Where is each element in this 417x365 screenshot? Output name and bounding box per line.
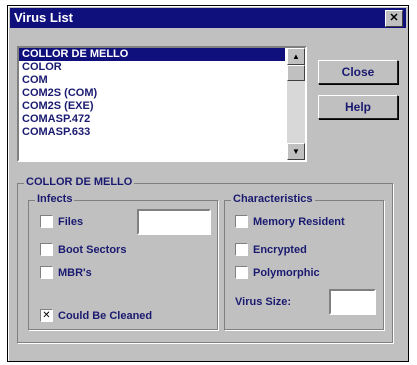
- virus-size-label: Virus Size:: [235, 296, 292, 308]
- virus-listbox[interactable]: COLLOR DE MELLO COLOR COM COM2S (COM) CO…: [17, 46, 307, 162]
- mbrs-checkbox[interactable]: [40, 266, 53, 280]
- files-checkbox-row[interactable]: Files: [40, 213, 84, 229]
- scroll-down-arrow-icon[interactable]: ▼: [287, 143, 305, 160]
- virus-details-label: COLLOR DE MELLO: [24, 176, 135, 188]
- could-be-cleaned-checkbox-row[interactable]: ✕ Could Be Cleaned: [40, 307, 153, 323]
- files-checkbox[interactable]: [40, 215, 53, 229]
- window-title: Virus List: [14, 10, 74, 25]
- boot-sectors-label: Boot Sectors: [58, 243, 127, 256]
- virus-size-field[interactable]: [329, 289, 376, 315]
- list-item[interactable]: COMASP.472: [19, 113, 285, 126]
- virus-list-items: COLLOR DE MELLO COLOR COM COM2S (COM) CO…: [19, 48, 285, 139]
- files-count-field[interactable]: [137, 209, 211, 235]
- list-item[interactable]: COLLOR DE MELLO: [19, 48, 285, 61]
- encrypted-checkbox[interactable]: [235, 243, 248, 257]
- could-be-cleaned-checkbox[interactable]: ✕: [40, 309, 53, 323]
- vertical-scrollbar[interactable]: ▲ ▼: [287, 48, 305, 160]
- polymorphic-checkbox-row[interactable]: Polymorphic: [235, 264, 320, 280]
- scroll-thumb[interactable]: [287, 65, 305, 81]
- mbrs-label: MBR's: [58, 266, 92, 279]
- help-button[interactable]: Help: [318, 95, 398, 119]
- close-icon[interactable]: ✕: [385, 10, 403, 27]
- memory-resident-checkbox[interactable]: [235, 215, 248, 229]
- mbrs-checkbox-row[interactable]: MBR's: [40, 264, 92, 280]
- scroll-up-arrow-icon[interactable]: ▲: [287, 48, 305, 65]
- encrypted-label: Encrypted: [253, 243, 307, 256]
- list-item[interactable]: COM: [19, 74, 285, 87]
- encrypted-checkbox-row[interactable]: Encrypted: [235, 241, 307, 257]
- boot-sectors-checkbox-row[interactable]: Boot Sectors: [40, 241, 127, 257]
- could-be-cleaned-label: Could Be Cleaned: [58, 309, 153, 322]
- title-bar[interactable]: Virus List ✕: [10, 8, 406, 28]
- files-label: Files: [58, 215, 84, 228]
- boot-sectors-checkbox[interactable]: [40, 243, 53, 257]
- close-button[interactable]: Close: [318, 60, 398, 84]
- memory-resident-label: Memory Resident: [253, 215, 345, 228]
- characteristics-label: Characteristics: [231, 193, 315, 205]
- list-item[interactable]: COMASP.633: [19, 126, 285, 139]
- infects-label: Infects: [35, 193, 75, 205]
- list-item[interactable]: COM2S (COM): [19, 87, 285, 100]
- list-item[interactable]: COLOR: [19, 61, 285, 74]
- polymorphic-label: Polymorphic: [253, 266, 320, 279]
- polymorphic-checkbox[interactable]: [235, 266, 248, 280]
- list-item[interactable]: COM2S (EXE): [19, 100, 285, 113]
- memory-resident-checkbox-row[interactable]: Memory Resident: [235, 213, 345, 229]
